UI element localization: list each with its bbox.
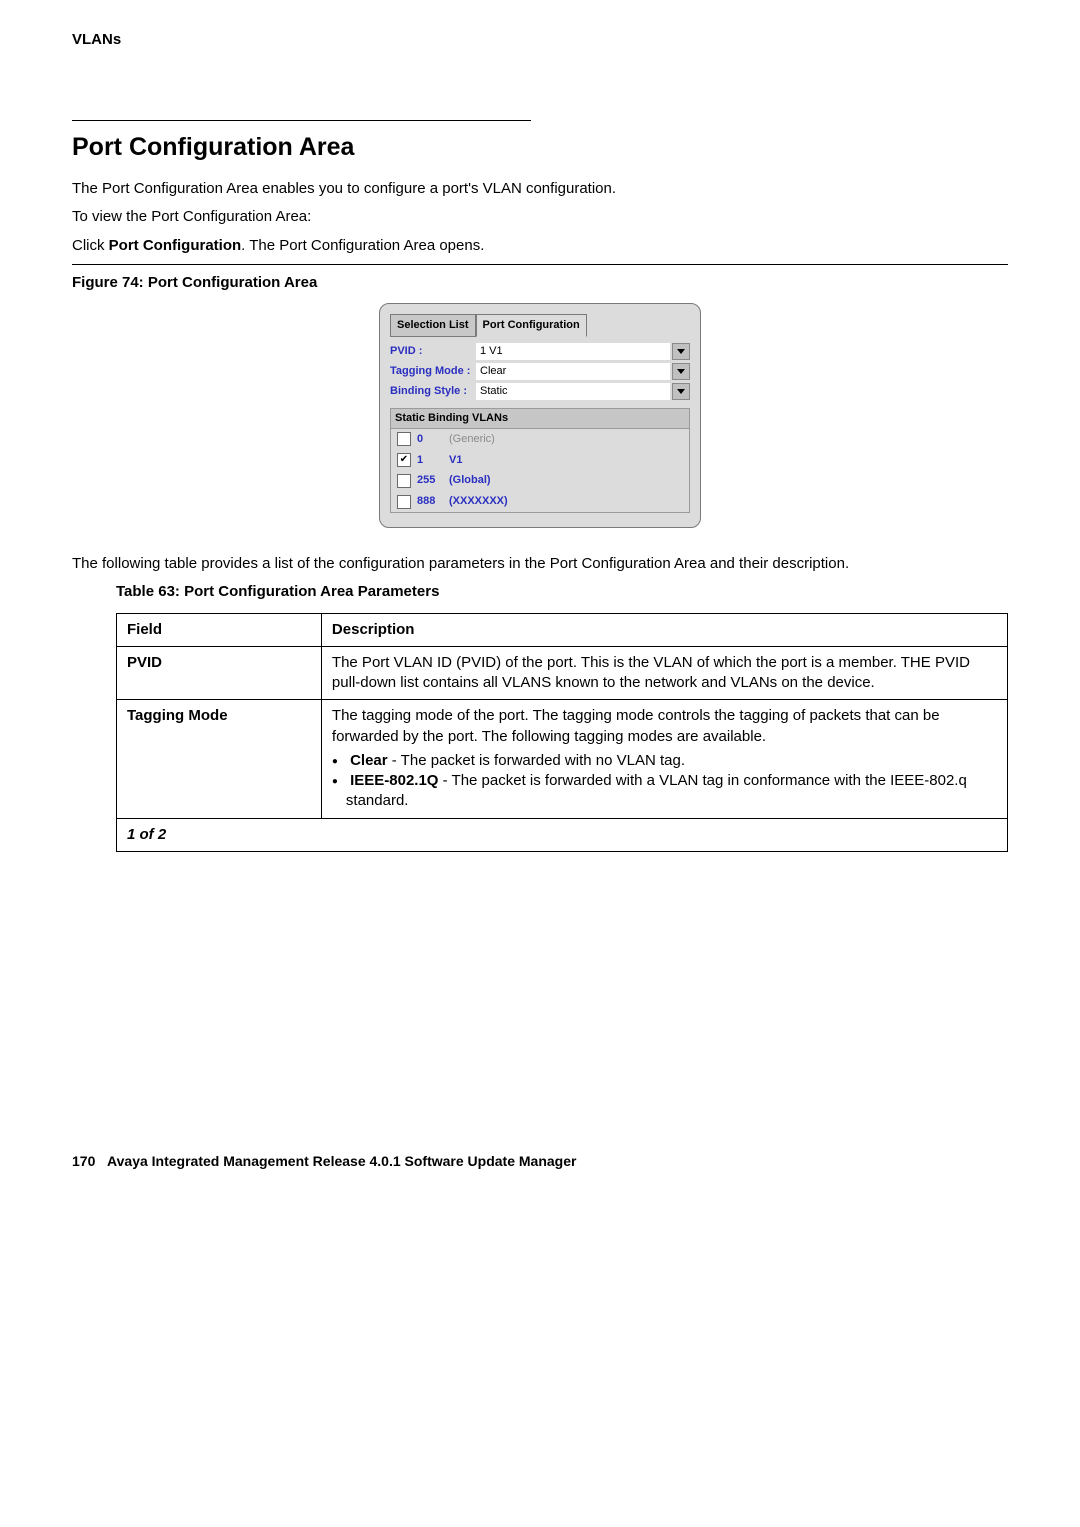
list-item: Clear - The packet is forwarded with no …	[346, 751, 997, 771]
port-config-panel: Selection List Port Configuration PVID :…	[379, 303, 701, 528]
step-bold: Port Configuration	[109, 237, 241, 254]
pvid-dropdown-button[interactable]	[672, 343, 690, 360]
tab-selection-list[interactable]: Selection List	[390, 314, 476, 337]
bullet-clear-bold: Clear	[350, 752, 388, 769]
vlan-id: 888	[417, 494, 443, 509]
tagging-mode-dropdown-button[interactable]	[672, 363, 690, 380]
vlan-name: (Generic)	[449, 432, 495, 447]
intro-paragraph-1: The Port Configuration Area enables you …	[72, 179, 1008, 199]
tab-bar: Selection List Port Configuration	[390, 314, 690, 337]
vlan-id: 255	[417, 473, 443, 488]
chevron-down-icon	[677, 369, 685, 374]
field-pvid: PVID	[117, 646, 322, 700]
footer-text: Avaya Integrated Management Release 4.0.…	[107, 1153, 576, 1169]
intro-paragraph-2: To view the Port Configuration Area:	[72, 207, 1008, 227]
vlan-checkbox[interactable]: ✔	[397, 453, 411, 467]
figure-rule-top	[72, 264, 1008, 265]
table-row: 1 of 2	[117, 818, 1008, 851]
vlan-id: 1	[417, 453, 443, 468]
vlan-name: V1	[449, 453, 462, 468]
binding-style-combo[interactable]: Static	[476, 383, 690, 400]
figure-caption: Figure 74: Port Configuration Area	[72, 273, 1008, 293]
section-rule-top	[72, 120, 531, 121]
binding-style-value[interactable]: Static	[476, 383, 670, 400]
step-prefix: Click	[72, 237, 109, 254]
binding-style-dropdown-button[interactable]	[672, 383, 690, 400]
bullet-ieee-rest: - The packet is forwarded with a VLAN ta…	[346, 772, 967, 809]
vlan-row: 255 (Global)	[391, 470, 689, 491]
page-indicator: 1 of 2	[117, 818, 1008, 851]
bullet-clear-rest: - The packet is forwarded with no VLAN t…	[388, 752, 685, 769]
tm-intro: The tagging mode of the port. The taggin…	[332, 707, 940, 744]
table-caption: Table 63: Port Configuration Area Parame…	[116, 582, 1008, 602]
vlan-name: (XXXXXXX)	[449, 494, 508, 509]
vlan-id: 0	[417, 432, 443, 447]
step-suffix: . The Port Configuration Area opens.	[241, 237, 484, 254]
desc-pvid: The Port VLAN ID (PVID) of the port. Thi…	[321, 646, 1007, 700]
table-row: Tagging Mode The tagging mode of the por…	[117, 700, 1008, 818]
field-tagging-mode: Tagging Mode	[117, 700, 322, 818]
desc-tagging-mode: The tagging mode of the port. The taggin…	[321, 700, 1007, 818]
tagging-mode-label: Tagging Mode :	[390, 364, 476, 379]
step-line: Click Port Configuration. The Port Confi…	[72, 236, 1008, 256]
col-description: Description	[321, 613, 1007, 646]
vlan-row: 0 (Generic)	[391, 429, 689, 450]
paragraph-after-figure: The following table provides a list of t…	[72, 554, 1008, 574]
chevron-down-icon	[677, 349, 685, 354]
breadcrumb: VLANs	[72, 30, 1008, 50]
pvid-label: PVID :	[390, 344, 476, 359]
page-title: Port Configuration Area	[72, 131, 1008, 165]
static-binding-group: Static Binding VLANs 0 (Generic) ✔ 1 V1 …	[390, 408, 690, 513]
pvid-combo[interactable]: 1 V1	[476, 343, 690, 360]
bullet-ieee-bold: IEEE-802.1Q	[350, 772, 438, 789]
vlan-row: 888 (XXXXXXX)	[391, 491, 689, 512]
tagging-mode-value[interactable]: Clear	[476, 363, 670, 380]
vlan-row: ✔ 1 V1	[391, 450, 689, 471]
params-table: Field Description PVID The Port VLAN ID …	[116, 613, 1008, 852]
table-row: PVID The Port VLAN ID (PVID) of the port…	[117, 646, 1008, 700]
pvid-value[interactable]: 1 V1	[476, 343, 670, 360]
binding-style-label: Binding Style :	[390, 384, 476, 399]
tagging-mode-combo[interactable]: Clear	[476, 363, 690, 380]
chevron-down-icon	[677, 389, 685, 394]
vlan-checkbox[interactable]	[397, 432, 411, 446]
col-field: Field	[117, 613, 322, 646]
tab-port-configuration[interactable]: Port Configuration	[476, 314, 587, 337]
list-item: IEEE-802.1Q - The packet is forwarded wi…	[346, 771, 997, 812]
static-binding-title: Static Binding VLANs	[391, 409, 689, 429]
footer-page-number: 170	[72, 1153, 95, 1169]
page-footer: 170 Avaya Integrated Management Release …	[72, 1152, 1008, 1171]
vlan-checkbox[interactable]	[397, 495, 411, 509]
vlan-checkbox[interactable]	[397, 474, 411, 488]
vlan-name: (Global)	[449, 473, 491, 488]
